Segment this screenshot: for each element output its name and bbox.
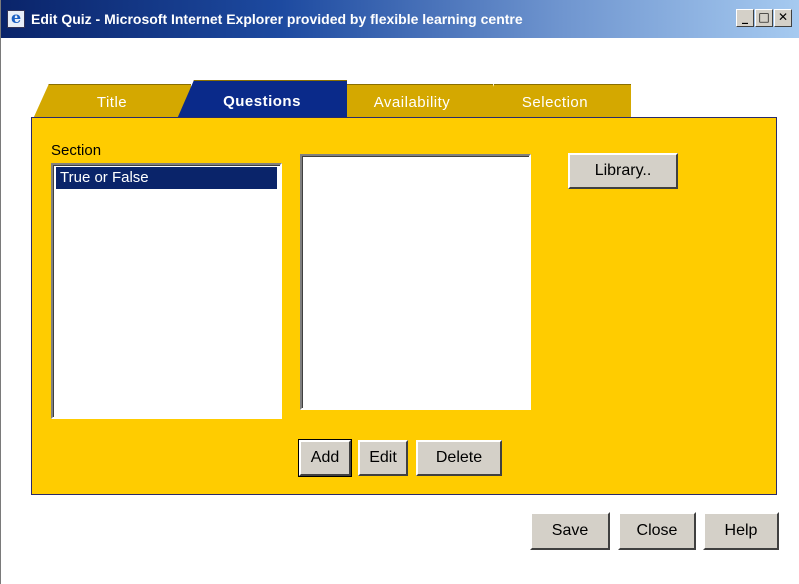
ie-browser-icon <box>7 8 25 28</box>
section-list-item[interactable]: True or False <box>56 167 277 189</box>
edit-quiz-window: Edit Quiz - Microsoft Internet Explorer … <box>0 0 799 584</box>
window-title: Edit Quiz - Microsoft Internet Explorer … <box>31 11 523 27</box>
questions-listbox[interactable] <box>300 154 531 410</box>
close-button[interactable]: Close <box>618 512 696 550</box>
title-bar[interactable]: Edit Quiz - Microsoft Internet Explorer … <box>1 0 799 38</box>
tab-selection[interactable]: Selection <box>479 84 631 119</box>
library-button[interactable]: Library.. <box>568 153 678 189</box>
tab-availability[interactable]: Availability <box>331 84 493 119</box>
delete-button[interactable]: Delete <box>416 440 502 476</box>
add-button[interactable]: Add <box>298 439 352 477</box>
save-button[interactable]: Save <box>530 512 610 550</box>
close-icon[interactable]: ✕ <box>774 9 792 27</box>
minimize-icon[interactable]: _ <box>736 9 754 27</box>
maximize-icon[interactable]: □ <box>755 9 773 27</box>
tab-title[interactable]: Title <box>33 84 191 119</box>
edit-button[interactable]: Edit <box>358 440 408 476</box>
section-listbox[interactable]: True or False <box>51 163 282 419</box>
section-label: Section <box>51 142 102 159</box>
tab-questions[interactable]: Questions <box>177 80 347 119</box>
help-button[interactable]: Help <box>703 512 779 550</box>
